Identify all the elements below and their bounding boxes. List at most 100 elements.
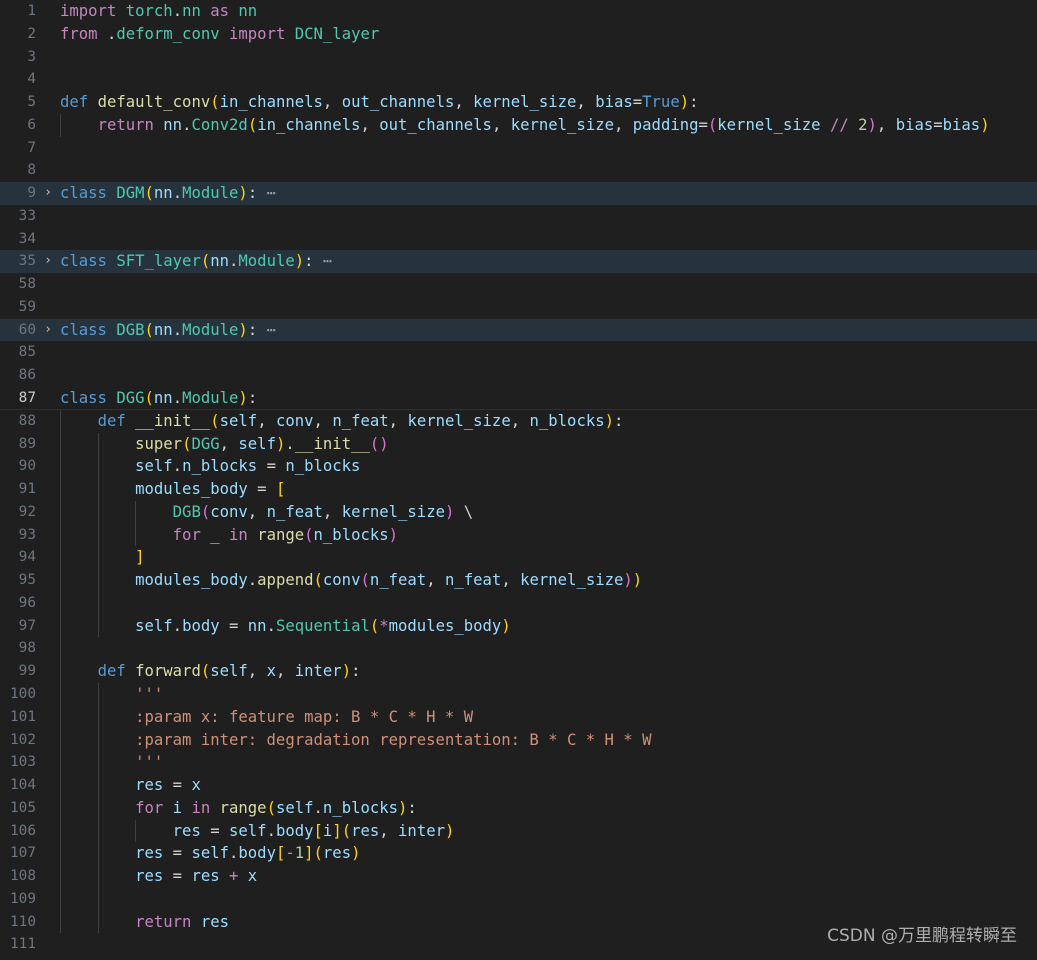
code-line[interactable]: 109 xyxy=(0,887,1037,911)
code-lines-container[interactable]: 1 import torch.nn as nn 2 from .deform_conv… xyxy=(0,0,1037,956)
token-kw2: class xyxy=(60,389,107,408)
code-text[interactable]: DGB(conv, n_feat, kernel_size) \ xyxy=(60,501,1037,524)
code-text[interactable]: ''' xyxy=(60,751,1037,774)
code-text[interactable]: super(DGG, self).__init__() xyxy=(60,433,1037,456)
code-text[interactable]: self.n_blocks = n_blocks xyxy=(60,455,1037,478)
fold-chevron-icon[interactable]: › xyxy=(41,182,55,205)
code-line[interactable]: 90 self.n_blocks = n_blocks xyxy=(0,455,1037,479)
token-plain: . xyxy=(266,616,276,635)
code-line[interactable]: 104 res = x xyxy=(0,774,1037,797)
code-text[interactable] xyxy=(60,228,1037,251)
code-line[interactable]: 6 return nn.Conv2d(in_channels, out_chan… xyxy=(0,113,1037,137)
code-line[interactable]: 33 xyxy=(0,205,1037,228)
code-text[interactable]: for _ in range(n_blocks) xyxy=(60,524,1037,547)
code-line[interactable]: 58 xyxy=(0,273,1037,296)
code-line[interactable]: 86 xyxy=(0,364,1037,387)
code-line[interactable]: 88 def __init__(self, conv, n_feat, kern… xyxy=(0,409,1037,433)
code-line[interactable]: 106 res = self.body[i](res, inter) xyxy=(0,819,1037,843)
code-text[interactable] xyxy=(60,137,1037,160)
code-text[interactable]: ''' xyxy=(60,683,1037,706)
code-text[interactable] xyxy=(60,273,1037,296)
code-text[interactable] xyxy=(60,888,1037,911)
code-text[interactable] xyxy=(60,592,1037,615)
code-text[interactable]: class DGM(nn.Module): ⋯ xyxy=(60,182,1037,205)
code-line[interactable]: 99 def forward(self, x, inter): xyxy=(0,660,1037,683)
code-line[interactable]: 101 :param x: feature map: B * C * H * W xyxy=(0,705,1037,729)
code-text[interactable] xyxy=(60,296,1037,319)
code-line[interactable]: 97 self.body = nn.Sequential(*modules_bo… xyxy=(0,614,1037,638)
code-line[interactable]: 93 for _ in range(n_blocks) xyxy=(0,523,1037,547)
code-text[interactable] xyxy=(60,205,1037,228)
code-text[interactable]: modules_body = [ xyxy=(60,478,1037,501)
code-text[interactable]: res = self.body[-1](res) xyxy=(60,842,1037,865)
code-line[interactable]: 95 modules_body.append(conv(n_feat, n_fe… xyxy=(0,569,1037,592)
code-line[interactable]: 4 xyxy=(0,68,1037,91)
code-line[interactable]: 105 for i in range(self.n_blocks): xyxy=(0,796,1037,820)
code-line[interactable]: 5 def default_conv(in_channels, out_chann… xyxy=(0,91,1037,114)
code-text[interactable]: :param x: feature map: B * C * H * W xyxy=(60,706,1037,729)
line-number: 97 xyxy=(18,617,36,634)
token-var: self xyxy=(219,411,258,430)
code-text[interactable] xyxy=(60,46,1037,69)
code-line[interactable]: 3 xyxy=(0,46,1037,69)
code-line[interactable]: 35 › class SFT_layer(nn.Module): ⋯ xyxy=(0,250,1037,274)
code-text[interactable]: modules_body.append(conv(n_feat, n_feat,… xyxy=(60,569,1037,592)
token-kw: import xyxy=(60,2,117,20)
code-text[interactable]: from .deform_conv import DCN_layer xyxy=(60,23,1037,46)
line-number: 106 xyxy=(10,822,36,839)
code-line[interactable]: 9 › class DGM(nn.Module): ⋯ xyxy=(0,182,1037,205)
code-line[interactable]: 7 xyxy=(0,137,1037,160)
code-line[interactable]: 1 import torch.nn as nn xyxy=(0,0,1037,23)
code-line[interactable]: 94 ] xyxy=(0,546,1037,570)
code-text[interactable] xyxy=(60,637,1037,660)
code-text[interactable]: :param inter: degradation representation… xyxy=(60,729,1037,752)
code-line[interactable]: 91 modules_body = [ xyxy=(0,478,1037,501)
code-line[interactable]: 8 xyxy=(0,159,1037,182)
code-text[interactable]: class SFT_layer(nn.Module): ⋯ xyxy=(60,250,1037,273)
token-fold-dots: ⋯ xyxy=(257,184,276,203)
code-text[interactable]: def default_conv(in_channels, out_channe… xyxy=(60,91,1037,114)
code-line[interactable]: 92 DGB(conv, n_feat, kernel_size) \ xyxy=(0,500,1037,524)
token-cls: Module xyxy=(238,252,295,271)
code-line[interactable]: 89 super(DGG, self).__init__() xyxy=(0,432,1037,456)
code-editor[interactable]: 1 import torch.nn as nn 2 from .deform_conv… xyxy=(0,0,1037,960)
code-text[interactable]: class DGB(nn.Module): ⋯ xyxy=(60,319,1037,342)
code-text[interactable]: res = self.body[i](res, inter) xyxy=(60,820,1037,843)
code-text[interactable] xyxy=(60,364,1037,387)
code-text[interactable] xyxy=(60,341,1037,364)
code-text[interactable]: class DGG(nn.Module): xyxy=(60,387,1037,410)
line-number: 35 xyxy=(18,253,36,270)
code-text[interactable] xyxy=(60,68,1037,91)
code-line[interactable]: 100 ''' xyxy=(0,682,1037,706)
code-line[interactable]: 107 res = self.body[-1](res) xyxy=(0,842,1037,866)
code-line[interactable]: 108 res = res + x xyxy=(0,865,1037,888)
code-text[interactable]: def forward(self, x, inter): xyxy=(60,660,1037,683)
code-text[interactable]: self.body = nn.Sequential(*modules_body) xyxy=(60,615,1037,638)
code-text[interactable]: return nn.Conv2d(in_channels, out_channe… xyxy=(60,114,1037,137)
code-text[interactable] xyxy=(60,159,1037,182)
code-text[interactable]: ] xyxy=(60,546,1037,569)
code-line[interactable]: 102 :param inter: degradation representa… xyxy=(0,728,1037,752)
code-text[interactable]: for i in range(self.n_blocks): xyxy=(60,797,1037,820)
code-line[interactable]: 96 xyxy=(0,591,1037,615)
code-line[interactable]: 85 xyxy=(0,341,1037,364)
code-text[interactable]: res = res + x xyxy=(60,865,1037,888)
code-line[interactable]: 34 xyxy=(0,228,1037,251)
fold-chevron-icon[interactable]: › xyxy=(41,319,55,342)
code-line[interactable]: 2 from .deform_conv import DCN_layer xyxy=(0,23,1037,46)
token-pl: ) xyxy=(238,320,248,339)
code-line[interactable]: 87 class DGG(nn.Module): xyxy=(0,387,1037,410)
fold-chevron-icon[interactable]: › xyxy=(41,250,55,273)
code-line[interactable]: 59 xyxy=(0,296,1037,319)
code-line[interactable]: 98 xyxy=(0,637,1037,661)
code-line[interactable]: 103 ''' xyxy=(0,751,1037,775)
code-text[interactable]: res = x xyxy=(60,774,1037,797)
code-line[interactable]: 60 › class DGB(nn.Module): ⋯ xyxy=(0,318,1037,342)
code-text[interactable]: def __init__(self, conv, n_feat, kernel_… xyxy=(60,410,1037,433)
code-text[interactable]: import torch.nn as nn xyxy=(60,0,1037,23)
